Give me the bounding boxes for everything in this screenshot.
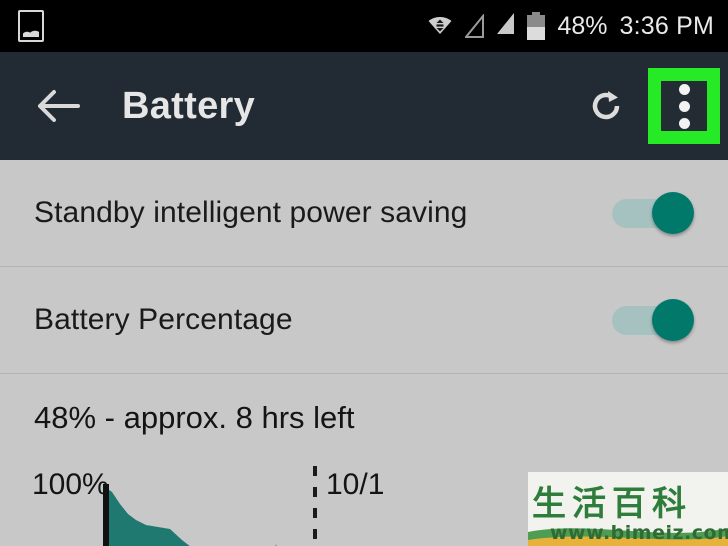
page-title: Battery <box>122 84 256 127</box>
battery-summary: 48% - approx. 8 hrs left <box>0 374 728 462</box>
battery-percent-label: 48% <box>557 11 608 40</box>
overflow-dot <box>678 83 690 95</box>
action-bar-actions <box>578 68 728 144</box>
watermark-chinese-text: 生活百科 <box>532 484 692 524</box>
setting-row-standby-power-saving[interactable]: Standby intelligent power saving <box>0 160 728 266</box>
screenshot-icon <box>18 10 44 42</box>
setting-row-battery-percentage[interactable]: Battery Percentage <box>0 267 728 373</box>
battery-icon <box>527 12 546 40</box>
battery-level-area <box>105 487 277 546</box>
phone-screen: 48% 3:36 PM Battery Standby intelligent … <box>0 0 728 546</box>
back-arrow-icon[interactable] <box>36 84 80 128</box>
status-bar: 48% 3:36 PM <box>0 0 728 52</box>
setting-label: Battery Percentage <box>34 303 293 336</box>
action-bar: Battery <box>0 52 728 160</box>
status-bar-notifications <box>18 10 44 42</box>
wifi-transfer-icon <box>427 13 453 39</box>
toggle-thumb <box>652 192 694 234</box>
clock-label: 3:36 PM <box>619 11 714 40</box>
toggle-standby-power-saving[interactable] <box>612 190 694 236</box>
overflow-menu-highlight[interactable] <box>648 68 720 144</box>
status-bar-system-icons: 48% 3:36 PM <box>427 11 714 41</box>
overflow-dot <box>678 117 690 129</box>
refresh-icon[interactable] <box>578 78 634 134</box>
toggle-battery-percentage[interactable] <box>612 297 694 343</box>
setting-label: Standby intelligent power saving <box>34 196 468 229</box>
toggle-thumb <box>652 299 694 341</box>
signal-outline-icon <box>465 13 485 39</box>
watermark: 生活百科 www.bimeiz.com <box>528 472 728 546</box>
chart-y-label: 100% <box>32 468 109 501</box>
chart-date-label: 10/1 <box>326 468 385 501</box>
overflow-menu-icon[interactable] <box>661 81 707 131</box>
signal-filled-icon <box>496 11 515 41</box>
battery-summary-label: 48% - approx. 8 hrs left <box>34 400 355 435</box>
overflow-dot <box>678 100 690 112</box>
watermark-url: www.bimeiz.com <box>550 522 728 544</box>
